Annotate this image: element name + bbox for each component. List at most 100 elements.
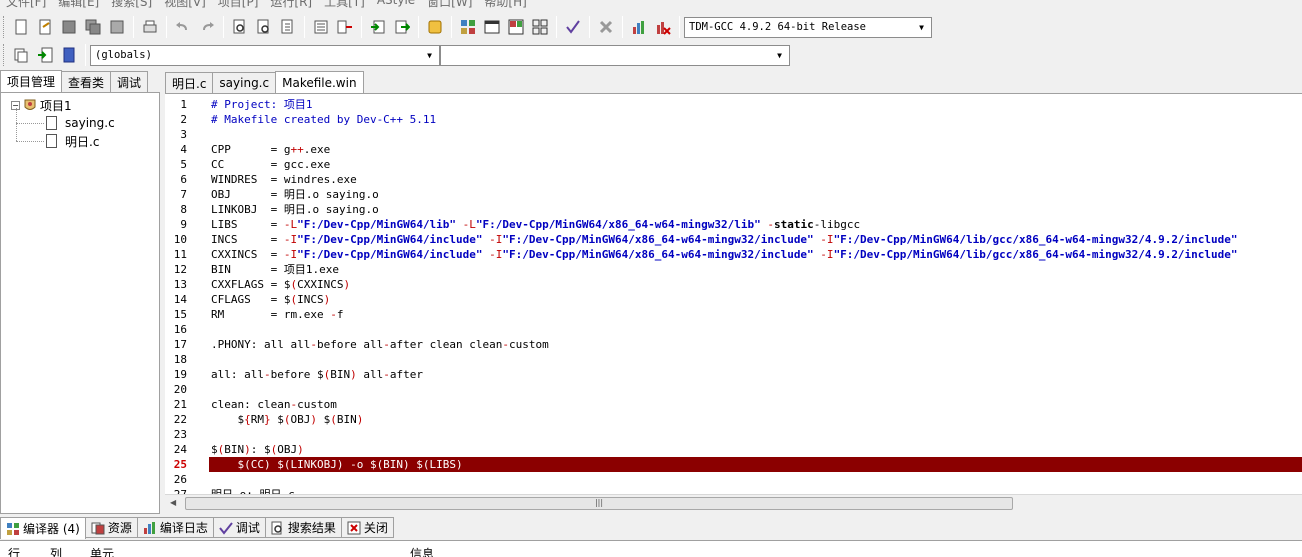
code-line[interactable]: 10 INCS = -I"F:/Dev-Cpp/MinGW64/include" … — [165, 232, 1302, 247]
chart-icon[interactable] — [628, 16, 650, 38]
scroll-left-icon[interactable]: ◀ — [170, 498, 176, 507]
tab-makefile[interactable]: Makefile.win — [275, 71, 364, 93]
code-line[interactable]: 5 CC = gcc.exe — [165, 157, 1302, 172]
code-text: OBJ = 明日.o saying.o — [211, 187, 379, 202]
code-line[interactable]: 19 all: all-before $(BIN) all-after — [165, 367, 1302, 382]
tab-mingri-c[interactable]: 明日.c — [165, 72, 214, 93]
code-token: - — [760, 218, 774, 231]
bottom-tab[interactable]: 资源 — [84, 517, 138, 538]
code-line[interactable]: 15 RM = rm.exe -f — [165, 307, 1302, 322]
code-line[interactable]: 13 CXXFLAGS = $(CXXINCS) — [165, 277, 1302, 292]
tree-file-saying[interactable]: saying.c — [46, 114, 115, 132]
chevron-down-icon[interactable]: ▼ — [772, 48, 787, 63]
profile-icon[interactable] — [652, 16, 674, 38]
tree-file-mingri[interactable]: 明日.c — [46, 132, 99, 150]
print-icon[interactable] — [139, 16, 161, 38]
save-icon[interactable] — [58, 16, 80, 38]
menu-item[interactable]: AStyle — [371, 0, 421, 10]
tab-saying-c[interactable]: saying.c — [212, 72, 277, 93]
code-token: -L — [456, 218, 476, 231]
find-icon[interactable] — [229, 16, 251, 38]
open-file-icon[interactable] — [34, 16, 56, 38]
bookmark-icon[interactable] — [58, 44, 80, 66]
code-line[interactable]: 26 — [165, 472, 1302, 487]
column-header-line[interactable]: 行 — [8, 545, 20, 557]
import-icon[interactable] — [367, 16, 389, 38]
chevron-down-icon[interactable]: ▼ — [914, 20, 929, 35]
code-line[interactable]: 24 $(BIN): $(OBJ) — [165, 442, 1302, 457]
column-header-col[interactable]: 列 — [50, 545, 62, 557]
menu-item[interactable]: 工具[T] — [318, 0, 371, 10]
menu-item[interactable]: 文件[F] — [0, 0, 52, 10]
code-line[interactable]: 4 CPP = g++.exe — [165, 142, 1302, 157]
bottom-tab[interactable]: 关闭 — [340, 517, 394, 538]
bottom-tab[interactable]: 编译日志 — [136, 517, 214, 538]
code-text: CXXINCS = -I"F:/Dev-Cpp/MinGW64/include"… — [211, 247, 1238, 262]
new-file-icon[interactable] — [10, 16, 32, 38]
menu-item[interactable]: 项目[P] — [212, 0, 265, 10]
layout-icon[interactable] — [505, 16, 527, 38]
redo-icon[interactable] — [196, 16, 218, 38]
code-line[interactable]: 22 ${RM} $(OBJ) $(BIN) — [165, 412, 1302, 427]
replace-icon[interactable] — [253, 16, 275, 38]
tab-project-manager[interactable]: 项目管理 — [0, 70, 63, 92]
compiler-select[interactable]: TDM-GCC 4.9.2 64-bit Release ▼ — [684, 16, 932, 38]
project-icon[interactable] — [310, 16, 332, 38]
code-text: INCS = -I"F:/Dev-Cpp/MinGW64/include" -I… — [211, 232, 1238, 247]
goto-file-icon[interactable] — [34, 44, 56, 66]
code-line[interactable]: 9 LIBS = -L"F:/Dev-Cpp/MinGW64/lib" -L"F:… — [165, 217, 1302, 232]
scroll-thumb[interactable]: ||| — [185, 497, 1013, 510]
close-file-icon[interactable] — [106, 16, 128, 38]
code-line-error[interactable]: 25 $(CC) $(LINKOBJ) -o $(BIN) $(LIBS) — [165, 457, 1302, 472]
insert-icon[interactable] — [10, 44, 32, 66]
column-header-message[interactable]: 信息 — [410, 545, 434, 557]
code-line[interactable]: 17 .PHONY: all all-before all-after clean… — [165, 337, 1302, 352]
menu-item[interactable]: 搜索[S] — [105, 0, 158, 10]
code-line[interactable]: 7 OBJ = 明日.o saying.o — [165, 187, 1302, 202]
code-line[interactable]: 20 — [165, 382, 1302, 397]
code-token: f — [336, 308, 344, 321]
code-line[interactable]: 18 — [165, 352, 1302, 367]
save-all-icon[interactable] — [82, 16, 104, 38]
bottom-tab[interactable]: 编译器 (4) — [0, 517, 86, 539]
code-token: - — [383, 368, 390, 381]
export-icon[interactable] — [391, 16, 413, 38]
horizontal-scrollbar[interactable]: ◀ ||| — [165, 494, 1302, 511]
check-icon[interactable] — [562, 16, 584, 38]
code-line[interactable]: 11 CXXINCS = -I"F:/Dev-Cpp/MinGW64/includ… — [165, 247, 1302, 262]
code-line[interactable]: 16 — [165, 322, 1302, 337]
tree-root[interactable]: − 项目1 — [11, 96, 72, 114]
menu-item[interactable]: 视图[V] — [158, 0, 212, 10]
scope-select[interactable]: (globals) ▼ — [90, 44, 440, 66]
code-editor[interactable]: 1 # Project: 项目1 2 # Makefile created by De… — [165, 93, 1302, 495]
code-line[interactable]: 6 WINDRES = windres.exe — [165, 172, 1302, 187]
tiles-icon[interactable] — [457, 16, 479, 38]
grid-icon[interactable] — [529, 16, 551, 38]
delete-icon[interactable] — [595, 16, 617, 38]
bottom-tab[interactable]: 搜索结果 — [264, 517, 342, 538]
code-line[interactable]: 2 # Makefile created by Dev-C++ 5.11 — [165, 112, 1302, 127]
code-line[interactable]: 21 clean: clean-custom — [165, 397, 1302, 412]
menu-item[interactable]: 窗口[W] — [421, 0, 478, 10]
chevron-down-icon[interactable]: ▼ — [422, 48, 437, 63]
code-line[interactable]: 1 # Project: 项目1 — [165, 97, 1302, 112]
goto-icon[interactable] — [277, 16, 299, 38]
code-line[interactable]: 3 — [165, 127, 1302, 142]
bottom-tab[interactable]: 调试 — [212, 517, 266, 538]
window-icon[interactable] — [481, 16, 503, 38]
compile-icon[interactable] — [424, 16, 446, 38]
tab-class-browser[interactable]: 查看类 — [61, 71, 112, 92]
code-line[interactable]: 12 BIN = 项目1.exe — [165, 262, 1302, 277]
column-header-unit[interactable]: 单元 — [90, 545, 114, 557]
menu-item[interactable]: 运行[R] — [264, 0, 318, 10]
tab-debug[interactable]: 调试 — [110, 71, 149, 92]
code-line[interactable]: 23 — [165, 427, 1302, 442]
add-to-project-icon[interactable] — [334, 16, 356, 38]
symbol-select[interactable]: ▼ — [440, 44, 790, 66]
menu-item[interactable]: 编辑[E] — [52, 0, 105, 10]
tree-line — [16, 141, 44, 142]
menu-item[interactable]: 帮助[H] — [478, 0, 532, 10]
code-line[interactable]: 8 LINKOBJ = 明日.o saying.o — [165, 202, 1302, 217]
undo-icon[interactable] — [172, 16, 194, 38]
code-line[interactable]: 14 CFLAGS = $(INCS) — [165, 292, 1302, 307]
